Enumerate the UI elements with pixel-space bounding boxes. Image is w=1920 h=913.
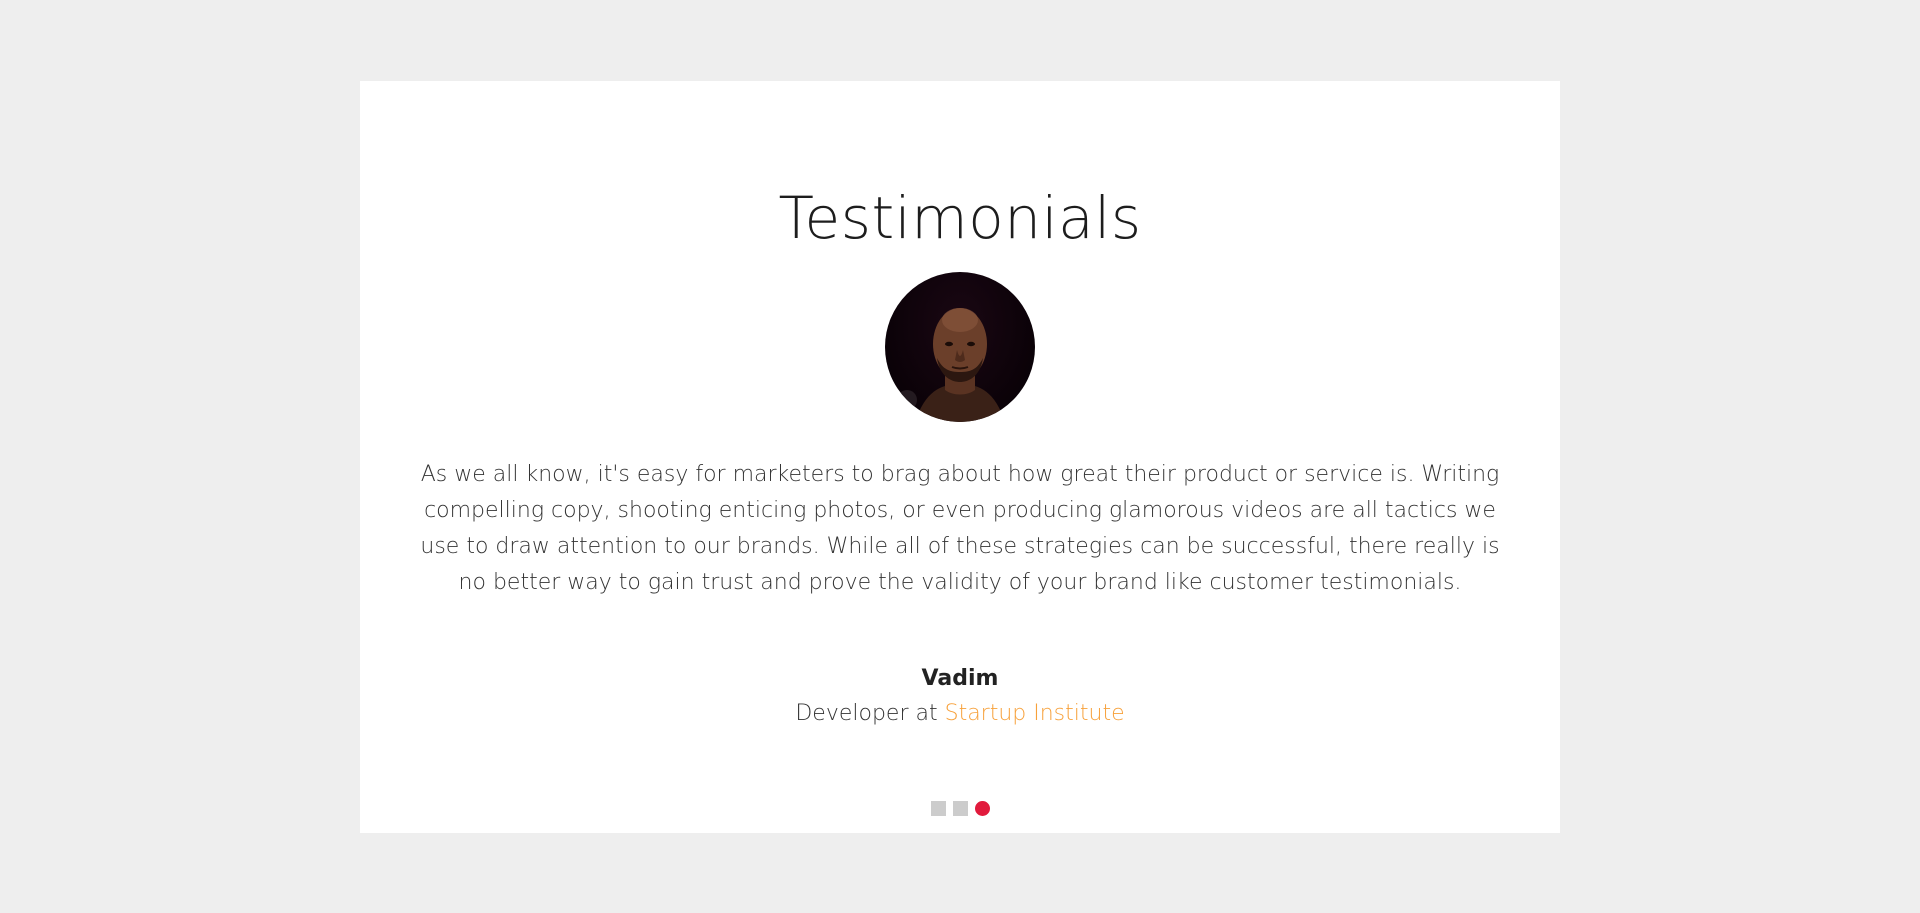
testimonials-section: Testimonials As we all know, it's easy f…	[360, 81, 1560, 833]
section-title: Testimonials	[778, 184, 1142, 252]
testimonial-quote: As we all know, it's easy for marketers …	[420, 462, 1500, 595]
pager-dot-2[interactable]	[952, 801, 968, 816]
person-portrait-icon	[897, 308, 1005, 422]
author-role: Developer at Startup Institute	[360, 698, 1560, 730]
author-name: Vadim	[921, 666, 999, 691]
avatar	[885, 272, 1035, 422]
pager-dot-3[interactable]	[974, 801, 990, 816]
company-link[interactable]: Startup Institute	[945, 701, 1125, 726]
carousel-pager	[360, 801, 1560, 816]
pager-dot-1[interactable]	[930, 801, 946, 816]
role-prefix: Developer at	[795, 701, 945, 726]
